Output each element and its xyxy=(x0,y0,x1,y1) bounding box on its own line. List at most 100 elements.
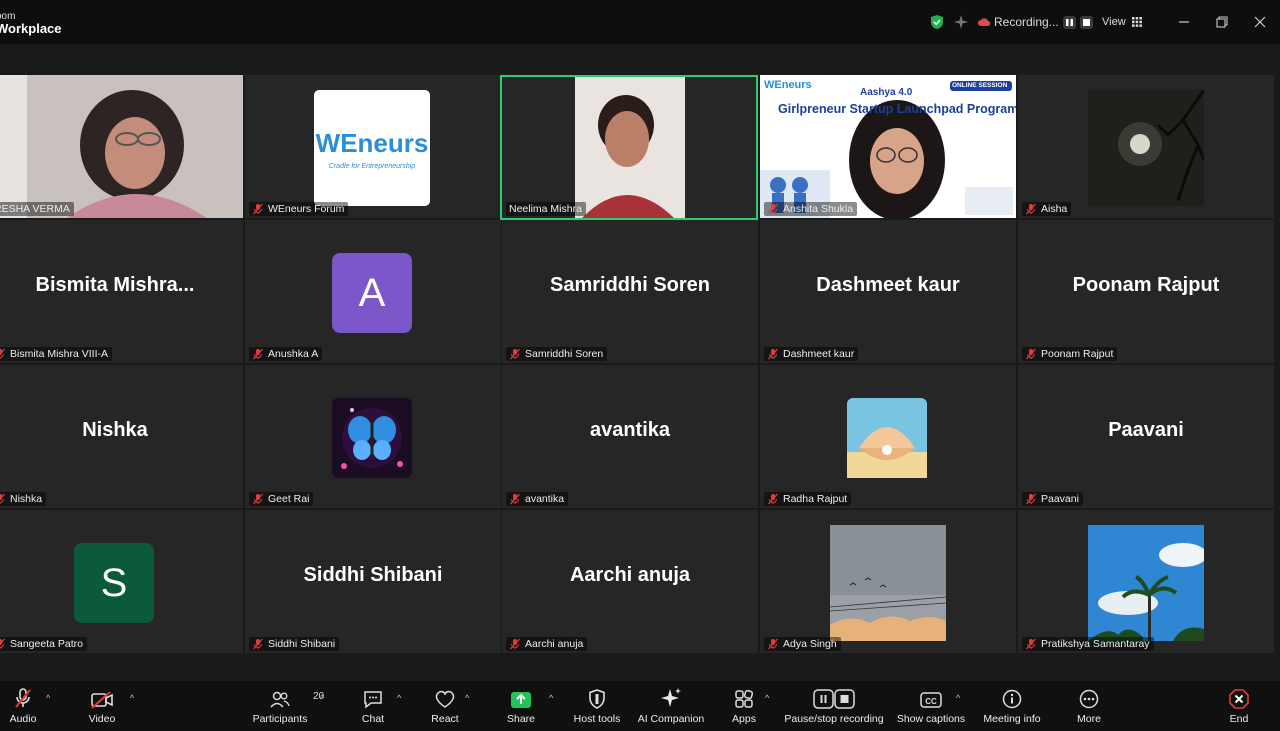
show-captions-button[interactable]: CC Show captions xyxy=(896,681,966,731)
participant-label: Paavani xyxy=(1022,492,1083,506)
share-label: Share xyxy=(506,713,536,725)
muted-mic-icon xyxy=(15,688,31,708)
participant-name: Radha Rajput xyxy=(783,493,848,505)
apps-options-chevron-icon[interactable]: ^ xyxy=(765,693,769,703)
ai-companion-button[interactable]: AI Companion xyxy=(636,681,706,731)
participant-name: Nishka xyxy=(10,493,43,505)
audio-button[interactable]: Audio xyxy=(6,681,40,731)
svg-text:CC: CC xyxy=(925,697,937,706)
chat-options-chevron-icon[interactable]: ^ xyxy=(397,693,401,703)
close-icon[interactable] xyxy=(1252,14,1268,30)
muted-mic-icon xyxy=(0,348,5,359)
restore-icon[interactable] xyxy=(1214,14,1230,30)
audio-label: Audio xyxy=(9,713,37,725)
muted-mic-icon xyxy=(253,638,263,650)
captions-icon: CC xyxy=(920,692,942,708)
recording-indicator[interactable]: Recording... xyxy=(978,0,1093,44)
participant-tile[interactable]: Poonam Rajput Poonam Rajput xyxy=(1018,220,1274,363)
participant-name: WEneurs Forum xyxy=(268,203,345,215)
participants-label: Participants xyxy=(252,713,308,725)
weneurs-logo: WEneurs Cradle for Entrepreneurship xyxy=(314,90,430,206)
participant-name: Aisha xyxy=(1041,203,1068,215)
host-tools-button[interactable]: Host tools xyxy=(570,681,624,731)
share-options-chevron-icon[interactable]: ^ xyxy=(549,693,553,703)
share-screen-icon xyxy=(511,692,531,708)
participant-tile[interactable]: RESHA VERMA xyxy=(0,75,243,218)
react-label: React xyxy=(431,713,459,725)
participant-tile[interactable]: Bismita Mishra... Bismita Mishra VIII-A xyxy=(0,220,243,363)
participant-tile[interactable]: Radha Rajput xyxy=(760,365,1016,508)
pause-stop-recording-button[interactable]: Pause/stop recording xyxy=(784,681,884,731)
app-brand: oom Workplace xyxy=(0,11,62,35)
end-label: End xyxy=(1229,713,1249,725)
participant-display-name: Samriddhi Soren xyxy=(549,274,711,296)
captions-label: Show captions xyxy=(896,713,966,725)
ai-sparkle-icon[interactable] xyxy=(954,0,968,44)
participants-button[interactable]: 20 Participants xyxy=(250,681,325,731)
view-button[interactable]: View xyxy=(1102,0,1142,44)
muted-mic-icon xyxy=(510,638,520,650)
participant-name: Samriddhi Soren xyxy=(525,348,604,360)
end-meeting-icon xyxy=(1229,689,1249,709)
participant-display-name: Nishka xyxy=(82,419,148,441)
participant-name: Bismita Mishra VIII-A xyxy=(10,348,109,360)
participant-tile[interactable]: Nishka Nishka xyxy=(0,365,243,508)
participant-display-name: Bismita Mishra... xyxy=(35,274,195,296)
minimize-icon[interactable] xyxy=(1176,14,1192,30)
sky-avatar-photo xyxy=(830,525,946,641)
participant-tile[interactable]: A Anushka A xyxy=(245,220,501,363)
muted-mic-icon xyxy=(1026,203,1036,215)
chat-label: Chat xyxy=(361,713,385,725)
participant-tile[interactable]: Pratikshya Samantaray xyxy=(1018,510,1274,653)
video-options-chevron-icon[interactable]: ^ xyxy=(130,693,134,703)
participant-label: avantika xyxy=(506,492,569,506)
muted-mic-icon xyxy=(768,203,778,215)
participant-label: Samriddhi Soren xyxy=(506,347,608,361)
ai-companion-label: AI Companion xyxy=(637,713,705,725)
participant-display-name: Dashmeet kaur xyxy=(816,274,960,296)
participant-label: Anushka A xyxy=(249,347,323,361)
participant-video xyxy=(502,77,756,218)
palm-tree-avatar-photo xyxy=(1088,525,1204,641)
stop-recording-icon[interactable] xyxy=(1079,15,1093,29)
react-options-chevron-icon[interactable]: ^ xyxy=(465,693,469,703)
muted-mic-icon xyxy=(1026,493,1036,505)
participant-tile[interactable]: Aarchi anuja Aarchi anuja xyxy=(502,510,758,653)
participant-tile[interactable]: WEneurs Cradle for Entrepreneurship WEne… xyxy=(245,75,501,218)
more-button[interactable]: More xyxy=(1072,681,1106,731)
meeting-info-button[interactable]: Meeting info xyxy=(980,681,1044,731)
participant-tile[interactable]: Aisha xyxy=(1018,75,1274,218)
apps-button[interactable]: Apps xyxy=(728,681,760,731)
react-button[interactable]: React xyxy=(428,681,462,731)
participant-tile-active-speaker[interactable]: Neelima Mishra xyxy=(500,75,758,220)
participant-tile[interactable]: Siddhi Shibani Siddhi Shibani xyxy=(245,510,501,653)
participant-tile[interactable]: Adya Singh xyxy=(760,510,1016,653)
brand-bottom: Workplace xyxy=(0,21,62,36)
participant-label: Sangeeta Patro xyxy=(0,637,87,651)
participant-name: Anshita Shukla xyxy=(783,203,854,215)
pause-recording-icon[interactable] xyxy=(1062,15,1076,29)
participant-name: Anushka A xyxy=(268,348,319,360)
participant-tile[interactable]: Dashmeet kaur Dashmeet kaur xyxy=(760,220,1016,363)
participant-tile[interactable]: Geet Rai xyxy=(245,365,501,508)
participant-label: Poonam Rajput xyxy=(1022,347,1118,361)
participant-name: Pratikshya Samantaray xyxy=(1041,638,1150,650)
muted-mic-icon xyxy=(253,203,263,215)
participant-tile[interactable]: WEneurs Aashya 4.0 ONLINE SESSION Girlpr… xyxy=(760,75,1016,218)
chat-button[interactable]: Chat xyxy=(358,681,388,731)
video-button[interactable]: Video xyxy=(86,681,118,731)
participant-tile[interactable]: Paavani Paavani xyxy=(1018,365,1274,508)
captions-options-chevron-icon[interactable]: ^ xyxy=(956,693,960,703)
share-button[interactable]: Share xyxy=(505,681,537,731)
security-shield-icon[interactable] xyxy=(930,0,944,44)
end-button[interactable]: End xyxy=(1224,681,1254,731)
participant-tile[interactable]: Samriddhi Soren Samriddhi Soren xyxy=(502,220,758,363)
logo-text: WEneurs xyxy=(315,128,429,158)
participant-tile[interactable]: avantika avantika xyxy=(502,365,758,508)
participant-tile[interactable]: S Sangeeta Patro xyxy=(0,510,243,653)
participants-options-chevron-icon[interactable]: ^ xyxy=(320,693,324,703)
audio-options-chevron-icon[interactable]: ^ xyxy=(46,693,50,703)
more-label: More xyxy=(1077,713,1101,725)
participant-label: Neelima Mishra xyxy=(506,202,586,216)
logo-subtitle: Cradle for Entrepreneurship xyxy=(328,163,416,170)
